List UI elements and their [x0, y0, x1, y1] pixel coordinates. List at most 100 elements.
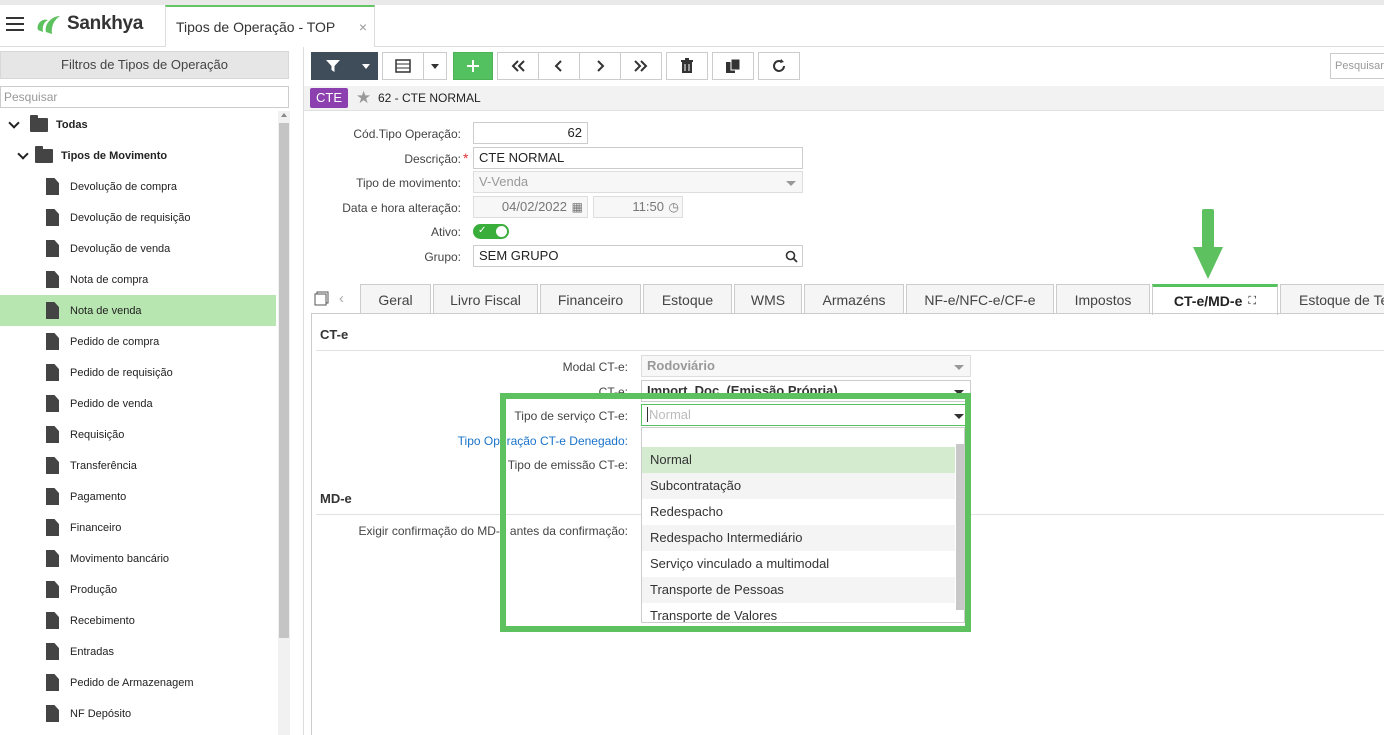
- date-field[interactable]: 04/02/2022 ▦: [473, 196, 588, 218]
- tree-item-label: Nota de venda: [70, 304, 142, 317]
- app-tab-label: Tipos de Operação - TOP: [176, 19, 336, 35]
- tab-financeiro[interactable]: Financeiro: [540, 284, 641, 314]
- tree-item-label: Pedido de Armazenagem: [70, 676, 194, 689]
- refresh-button[interactable]: [758, 52, 800, 80]
- clock-icon[interactable]: ◷: [669, 197, 679, 217]
- date-value: 04/02/2022: [501, 199, 567, 214]
- first-icon: [511, 60, 525, 72]
- tabs-bar: Geral Livro Fiscal Financeiro Estoque WM…: [311, 284, 1384, 315]
- tree-item[interactable]: Financeiro: [0, 512, 276, 543]
- tree-item-label: Pedido de compra: [70, 335, 160, 348]
- tab-cte-mde[interactable]: CT-e/MD-e ⛶: [1152, 284, 1278, 315]
- grid-view-button[interactable]: [382, 52, 424, 80]
- calendar-icon[interactable]: ▦: [572, 197, 583, 217]
- tree-scrollbar-thumb[interactable]: [279, 123, 289, 638]
- cod-field[interactable]: 62: [473, 122, 588, 144]
- tree-item[interactable]: Recebimento: [0, 605, 276, 636]
- tree-item[interactable]: Devolução de venda: [0, 233, 276, 264]
- filter-panel: Filtros de Tipos de Operação Pesquisar T…: [0, 47, 298, 735]
- cte-section-divider: [316, 350, 1384, 351]
- document-icon: [46, 674, 59, 691]
- trash-icon: [681, 58, 693, 73]
- tree-item-label: Movimento bancário: [70, 552, 170, 565]
- tree-item[interactable]: Pedido de requisição: [0, 357, 276, 388]
- cod-label: Cód.Tipo Operação:: [353, 127, 461, 141]
- filter-dropdown-button[interactable]: [354, 52, 378, 80]
- tree-item-label: Pagamento: [70, 490, 127, 503]
- tree-item[interactable]: Transferência: [0, 450, 276, 481]
- document-icon: [46, 178, 59, 195]
- document-icon: [46, 550, 59, 567]
- add-button[interactable]: [453, 52, 493, 80]
- tree-item[interactable]: Pedido de venda: [0, 388, 276, 419]
- document-icon: [46, 209, 59, 226]
- menu-icon[interactable]: [6, 17, 24, 31]
- add-icon: [467, 60, 479, 72]
- chevron-down-icon: [954, 365, 964, 370]
- tree-item[interactable]: Requisição: [0, 419, 276, 450]
- search-icon[interactable]: [785, 250, 798, 263]
- copy-button[interactable]: [712, 52, 754, 80]
- tree-item[interactable]: Nota de compra: [0, 264, 276, 295]
- tree-item-label: Entradas: [70, 645, 115, 658]
- star-icon[interactable]: ★: [356, 89, 372, 106]
- tree-item[interactable]: Pedido de Armazenagem: [0, 667, 276, 698]
- highlight-annotation-box: [500, 393, 971, 632]
- document-icon: [46, 612, 59, 629]
- tab-geral[interactable]: Geral: [360, 284, 431, 314]
- tree-item[interactable]: Produção: [0, 574, 276, 605]
- chevron-down-icon[interactable]: [17, 150, 29, 162]
- expand-icon[interactable]: ⛶: [1248, 295, 1256, 308]
- document-icon: [46, 333, 59, 350]
- time-field[interactable]: 11:50 ◷: [593, 196, 683, 218]
- tree-item[interactable]: Movimento bancário: [0, 543, 276, 574]
- tree-item[interactable]: Pagamento: [0, 481, 276, 512]
- ativo-toggle[interactable]: ✓: [473, 224, 509, 239]
- tab-estoque-terceiros[interactable]: Estoque de Te: [1280, 284, 1384, 314]
- tab-wms[interactable]: WMS: [734, 284, 802, 314]
- tree-group-label: Tipos de Movimento: [61, 149, 168, 162]
- tab-nfe[interactable]: NF-e/NFC-e/CF-e: [906, 284, 1054, 314]
- delete-button[interactable]: [666, 52, 708, 80]
- tree-item[interactable]: NF Depósito: [0, 698, 276, 729]
- tree-item[interactable]: Nota de venda: [0, 295, 276, 326]
- panel-divider[interactable]: [303, 47, 304, 735]
- tipo-movimento-select[interactable]: V-Venda: [473, 171, 803, 193]
- tree-item[interactable]: Devolução de compra: [0, 171, 276, 202]
- document-icon: [46, 271, 59, 288]
- grid-dropdown-button[interactable]: [423, 52, 447, 80]
- desc-label: Descrição:: [404, 152, 461, 166]
- app-tab-tipos-operacao[interactable]: Tipos de Operação - TOP ×: [165, 5, 375, 47]
- tree-item[interactable]: Entradas: [0, 636, 276, 667]
- filter-button[interactable]: [311, 52, 355, 80]
- tree-item-tipos-movimento[interactable]: Tipos de Movimento: [0, 140, 276, 171]
- close-icon[interactable]: ×: [359, 19, 367, 35]
- tree-item-label: Recebimento: [70, 614, 135, 627]
- tab-livro-fiscal[interactable]: Livro Fiscal: [433, 284, 538, 314]
- first-record-button[interactable]: [497, 52, 539, 80]
- tree-item-label: NF Depósito: [70, 707, 132, 720]
- record-search-input[interactable]: Pesquisar: [1330, 53, 1384, 79]
- tree-item[interactable]: Pedido de compra: [0, 326, 276, 357]
- arrow-down-icon: [1193, 209, 1223, 279]
- tree-item-label: Devolução de requisição: [70, 211, 191, 224]
- last-record-button[interactable]: [620, 52, 662, 80]
- filter-panel-title[interactable]: Filtros de Tipos de Operação: [0, 51, 289, 79]
- tab-estoque[interactable]: Estoque: [643, 284, 732, 314]
- tree-root-label: Todas: [56, 118, 88, 131]
- next-record-button[interactable]: [579, 52, 621, 80]
- tab-armazens[interactable]: Armazéns: [804, 284, 904, 314]
- tree-item-todas[interactable]: Todas: [0, 111, 276, 140]
- tree-search-input[interactable]: Pesquisar: [0, 86, 289, 108]
- modal-cte-value: Rodoviário: [647, 358, 715, 373]
- grupo-field[interactable]: SEM GRUPO: [473, 245, 803, 267]
- tree-item[interactable]: Devolução de requisição: [0, 202, 276, 233]
- chevron-down-icon[interactable]: [8, 119, 20, 131]
- scroll-up-icon[interactable]: [281, 113, 287, 117]
- modal-cte-select[interactable]: Rodoviário: [641, 355, 971, 377]
- brand-name: Sankhya: [67, 13, 144, 34]
- previous-record-button[interactable]: [538, 52, 580, 80]
- description-field[interactable]: CTE NORMAL: [473, 147, 803, 169]
- document-icon: [46, 240, 59, 257]
- tab-impostos[interactable]: Impostos: [1056, 284, 1150, 314]
